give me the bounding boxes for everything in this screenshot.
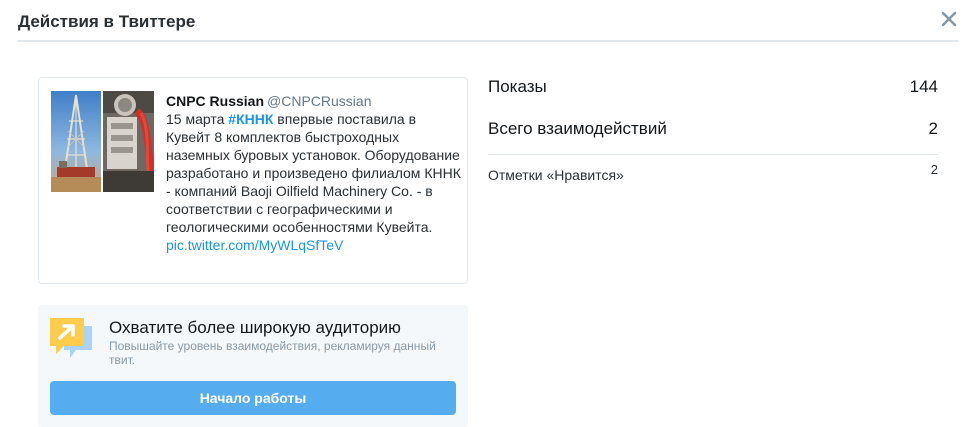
industrial-equipment-photo[interactable] <box>103 91 154 192</box>
promote-box: Охватите более широкую аудиторию Повышай… <box>38 305 468 427</box>
tweet-media[interactable] <box>51 91 154 192</box>
tweet-author[interactable]: CNPC Russian @CNPCRussian <box>166 92 461 110</box>
get-started-button[interactable]: Начало работы <box>50 381 456 415</box>
author-name[interactable]: CNPC Russian <box>166 93 264 109</box>
metrics-panel: Показы 144 Всего взаимодействий 2 Отметк… <box>488 70 938 185</box>
promo-description: Повышайте уровень взаимодействия, реклам… <box>109 339 436 367</box>
engagements-value: 2 <box>928 119 938 138</box>
author-handle[interactable]: @CNPCRussian <box>267 93 371 109</box>
likes-label: Отметки «Нравится» <box>488 167 624 183</box>
tweet-card[interactable]: CNPC Russian @CNPCRussian 15 марта #КННК … <box>38 77 468 284</box>
promote-arrow-icon <box>50 318 94 360</box>
close-icon <box>941 11 957 27</box>
impressions-value: 144 <box>909 77 938 96</box>
tweet-text-rest: впервые поставила в Кувейт 8 комплектов … <box>166 111 461 235</box>
tweet-text: 15 марта #КННК впервые поставила в Кувей… <box>166 110 461 236</box>
metric-engagements: Всего взаимодействий 2 <box>488 112 938 154</box>
engagements-label: Всего взаимодействий <box>488 119 667 138</box>
dialog-title: Действия в Твиттере <box>18 12 196 31</box>
dialog-header: Действия в Твиттере <box>18 0 958 42</box>
impressions-label: Показы <box>488 77 547 96</box>
close-button[interactable] <box>940 10 958 28</box>
metric-impressions: Показы 144 <box>488 70 938 112</box>
media-link[interactable]: pic.twitter.com/MyWLqSfTeV <box>166 236 461 254</box>
drilling-rig-photo[interactable] <box>51 91 101 192</box>
tweet-activity-dialog: Действия в Твиттере CNPC Russian @CNPCRu… <box>0 0 977 427</box>
tweet-body: CNPC Russian @CNPCRussian 15 марта #КННК … <box>166 92 461 254</box>
tweet-text-start: 15 марта <box>166 111 229 127</box>
promo-title: Охватите более широкую аудиторию <box>109 318 401 337</box>
likes-value: 2 <box>930 162 938 177</box>
hashtag-link[interactable]: #КННК <box>228 111 273 127</box>
metric-likes: Отметки «Нравится» 2 <box>488 155 938 185</box>
